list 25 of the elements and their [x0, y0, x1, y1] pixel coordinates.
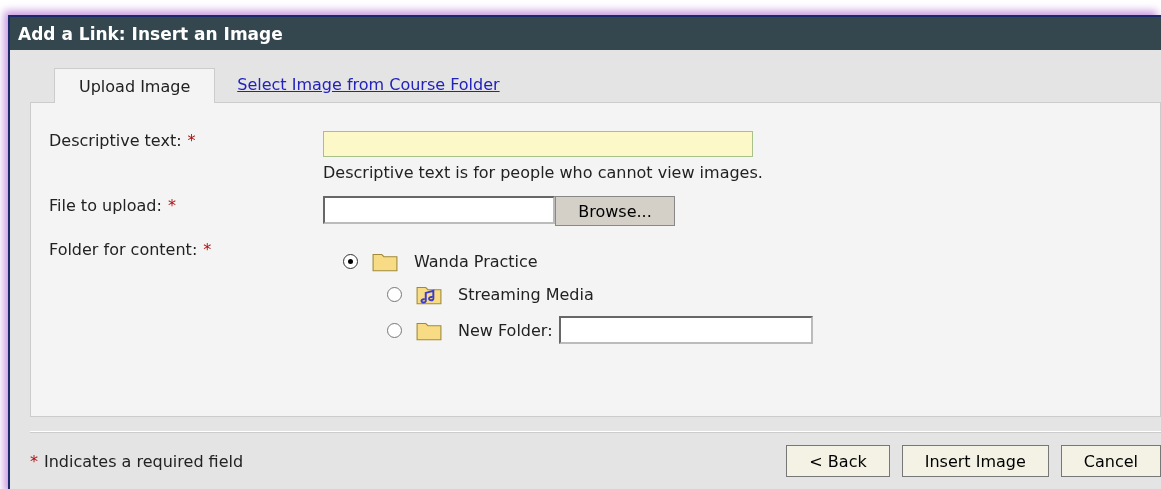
field-label: File to upload: [49, 196, 162, 217]
file-field[interactable] [323, 196, 555, 224]
browse-button[interactable]: Browse... [555, 196, 675, 226]
dialog-button[interactable]: < Back [786, 445, 890, 477]
folder-name: New Folder: [458, 320, 553, 340]
required-mark: * [167, 196, 176, 217]
folder-name: Wanda Practice [414, 251, 538, 271]
radio-button[interactable] [387, 286, 402, 302]
window-title: Add a Link: Insert an Image [18, 23, 283, 44]
tab[interactable]: Select Image from Course Folder [237, 75, 500, 102]
dialog-button[interactable]: Insert Image [901, 445, 1049, 477]
new-folder-field[interactable] [558, 316, 813, 344]
required-mark: * [187, 131, 196, 152]
radio-button[interactable] [387, 322, 402, 338]
tab[interactable]: Upload Image [54, 68, 216, 103]
field-label: Folder for content: [49, 240, 198, 261]
hint-text: Descriptive text is for people who cannot view images. [323, 163, 763, 182]
field-label: Descriptive text: [49, 131, 182, 152]
radio-button[interactable] [343, 253, 358, 269]
required-note: Indicates a required field [44, 451, 244, 471]
folder-name: Streaming Media [458, 284, 594, 304]
descriptive-text-field[interactable] [323, 131, 753, 157]
dialog-button[interactable]: Cancel [1060, 445, 1161, 477]
required-mark: * [203, 240, 212, 261]
required-mark: * [30, 451, 38, 471]
